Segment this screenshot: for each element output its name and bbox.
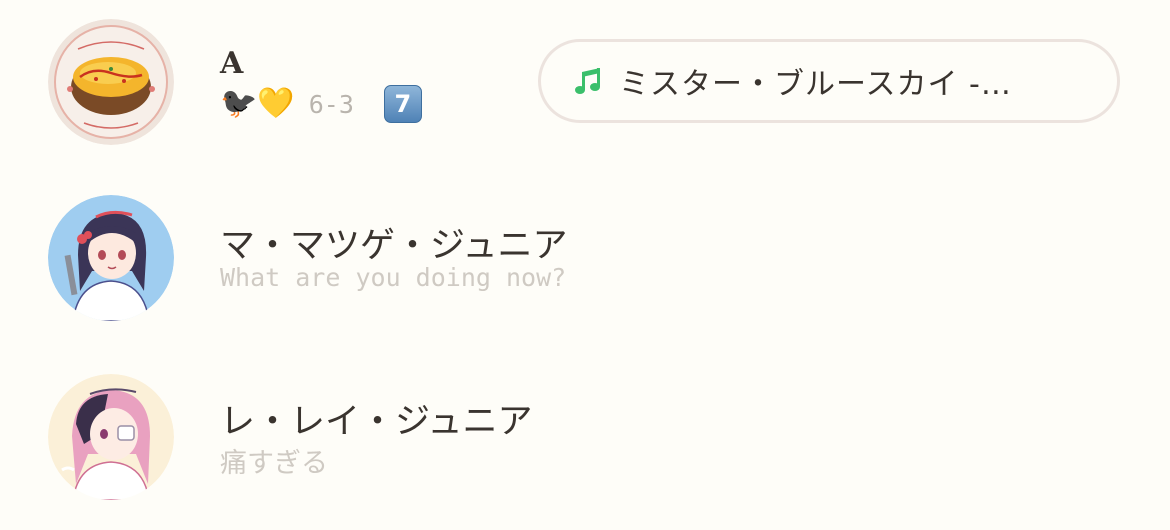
status-message: What are you doing now? — [220, 263, 567, 292]
list-item[interactable]: レ・レイ・ジュニア 痛すぎる — [0, 345, 1170, 530]
song-title: ミスター・ブルースカイ -… — [619, 67, 1012, 102]
contact-name: A — [220, 46, 244, 81]
status-line: 🐦‍⬛💛 6-3 7 — [220, 84, 422, 124]
omurice-avatar-image — [48, 19, 174, 145]
avatar[interactable] — [48, 374, 174, 500]
status-message: 痛すぎる — [220, 448, 328, 479]
contact-name: マ・マツゲ・ジュニア — [220, 226, 568, 266]
list-item[interactable]: A 🐦‍⬛💛 6-3 7 ミスター・ブルースカイ -… — [0, 0, 1170, 165]
avatar[interactable] — [48, 19, 174, 145]
status-score: 6-3 — [308, 89, 354, 119]
keycap-seven: 7 — [383, 85, 422, 123]
anime-girl-avatar-image — [48, 195, 174, 321]
contact-name: レ・レイ・ジュニア — [220, 402, 533, 442]
music-note-icon — [575, 68, 600, 94]
now-playing-pill[interactable]: ミスター・ブルースカイ -… — [538, 39, 1120, 123]
avatar[interactable] — [48, 195, 174, 321]
anime-girl-avatar-image — [48, 374, 174, 500]
list-item[interactable]: マ・マツゲ・ジュニア What are you doing now? — [0, 165, 1170, 345]
friends-list: A 🐦‍⬛💛 6-3 7 ミスター・ブルースカイ -… — [0, 0, 1170, 530]
crow-heart-emoji: 🐦‍⬛💛 — [220, 86, 295, 121]
